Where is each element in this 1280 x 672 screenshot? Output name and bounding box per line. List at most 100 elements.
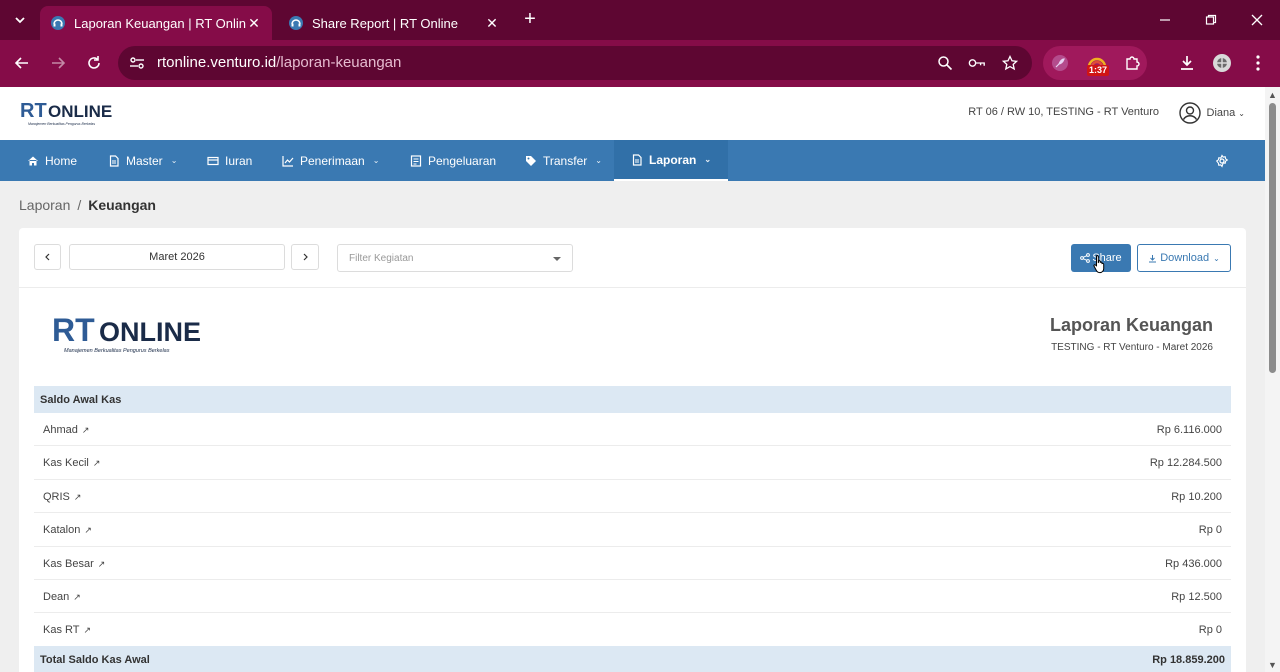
hand-cursor-icon <box>1093 254 1105 274</box>
extensions-puzzle-icon[interactable] <box>1121 51 1145 75</box>
account-link[interactable]: Ahmad ↗ <box>43 424 89 436</box>
page-scrollbar[interactable]: ▲ ▼ <box>1265 87 1280 672</box>
list-item: Dean ↗ Rp 12.500 <box>34 580 1231 614</box>
scrollbar-thumb[interactable] <box>1269 103 1276 373</box>
profile-avatar-icon[interactable] <box>1210 51 1234 75</box>
nav-laporan[interactable]: Laporan ⌄ <box>614 140 729 181</box>
minimize-icon[interactable] <box>1153 8 1177 32</box>
list-item: Katalon ↗ Rp 0 <box>34 513 1231 547</box>
account-link[interactable]: Dean ↗ <box>43 591 81 603</box>
chevron-down-icon: ⌄ <box>372 156 380 165</box>
account-balance: Rp 12.284.500 <box>1149 457 1222 470</box>
svg-text:ONLINE: ONLINE <box>99 317 201 347</box>
site-info-icon[interactable] <box>128 54 146 72</box>
organization-label: RT 06 / RW 10, TESTING - RT Venturo <box>968 106 1159 118</box>
user-avatar-icon <box>1178 102 1201 124</box>
browser-tab-strip: Laporan Keuangan | RT Online ✕ Share Rep… <box>0 0 1280 40</box>
feather-extension-icon[interactable] <box>1048 51 1072 75</box>
nav-iuran[interactable]: Iuran <box>207 140 252 181</box>
chevron-down-icon <box>15 17 25 24</box>
download-button[interactable]: Download ⌄ <box>1137 244 1231 272</box>
close-window-icon[interactable] <box>1245 8 1269 32</box>
app-header: RT ONLINE Manajemen Berkualitas Pengurus… <box>0 87 1265 140</box>
home-icon <box>28 156 38 165</box>
address-bar[interactable]: rtonline.venturo.id/laporan-keuangan <box>118 46 1032 80</box>
account-balance: Rp 12.500 <box>1171 590 1222 603</box>
chevron-down-icon: ⌄ <box>1238 108 1245 118</box>
share-icon <box>1080 253 1091 263</box>
next-period-button[interactable] <box>291 244 319 270</box>
browser-toolbar: rtonline.venturo.id/laporan-keuangan 1:3… <box>0 40 1280 87</box>
nav-master[interactable]: Master ⌄ <box>108 140 177 181</box>
section-saldo-awal-kas: Saldo Awal Kas <box>34 386 1231 413</box>
svg-text:RT: RT <box>52 312 95 348</box>
tab-search-button[interactable] <box>8 8 32 32</box>
account-balance: Rp 436.000 <box>1165 557 1222 570</box>
browser-tab-active[interactable]: Laporan Keuangan | RT Online ✕ <box>40 6 272 40</box>
chevron-down-icon: ⌄ <box>704 155 712 164</box>
zoom-icon[interactable] <box>936 54 954 72</box>
filter-kegiatan-select[interactable]: Filter Kegiatan <box>337 244 573 272</box>
browser-tab[interactable]: Share Report | RT Online ✕ <box>278 6 510 40</box>
forward-arrow-icon[interactable] <box>46 51 70 75</box>
total-label: Total Saldo Kas Awal <box>40 654 150 666</box>
list-item: Kas Kecil ↗ Rp 12.284.500 <box>34 446 1231 480</box>
breadcrumb-link-laporan[interactable]: Laporan <box>19 197 70 213</box>
document-icon <box>632 153 642 166</box>
external-link-icon: ↗ <box>81 425 90 435</box>
key-icon[interactable] <box>968 54 986 72</box>
chevron-right-icon <box>303 253 308 261</box>
account-link[interactable]: Katalon ↗ <box>43 524 92 536</box>
svg-text:Manajemen Berkualitas Pengurus: Manajemen Berkualitas Pengurus Berkelas <box>64 348 170 354</box>
caret-down-icon <box>553 257 561 261</box>
nav-home[interactable]: Home <box>27 140 77 181</box>
breadcrumb: Laporan / Keuangan <box>19 197 156 213</box>
nav-penerimaan[interactable]: Penerimaan ⌄ <box>282 140 379 181</box>
scroll-down-icon[interactable]: ▼ <box>1268 661 1277 670</box>
bookmark-star-icon[interactable] <box>1001 54 1019 72</box>
external-link-icon: ↗ <box>97 558 106 569</box>
period-picker[interactable]: Maret 2026 <box>69 244 285 270</box>
app-logo[interactable]: RT ONLINE Manajemen Berkualitas Pengurus… <box>20 99 120 134</box>
account-balance: Rp 0 <box>1198 524 1222 537</box>
account-link[interactable]: Kas RT ↗ <box>43 624 91 636</box>
nav-transfer[interactable]: Transfer ⌄ <box>525 140 602 181</box>
total-value: Rp 18.859.200 <box>1152 654 1225 666</box>
account-balance: Rp 6.116.000 <box>1156 424 1222 436</box>
new-tab-plus-icon[interactable]: + <box>520 9 540 30</box>
headset-icon <box>51 16 65 30</box>
close-tab-icon[interactable]: ✕ <box>484 15 500 31</box>
svg-text:Manajemen Berkualitas Pengurus: Manajemen Berkualitas Pengurus Berkelas <box>28 122 95 126</box>
kebab-menu-icon[interactable] <box>1246 51 1270 75</box>
list-item: Kas RT ↗ Rp 0 <box>34 613 1231 647</box>
user-menu[interactable]: Diana ⌄ <box>1178 102 1245 124</box>
svg-text:RT: RT <box>20 100 47 122</box>
reload-icon[interactable] <box>82 51 106 75</box>
filter-placeholder: Filter Kegiatan <box>349 252 414 264</box>
account-link[interactable]: Kas Besar ↗ <box>43 558 105 570</box>
external-link-icon: ↗ <box>73 491 82 502</box>
settings-gear-icon[interactable] <box>1215 154 1229 168</box>
chart-line-icon <box>282 155 294 167</box>
close-tab-icon[interactable]: ✕ <box>246 15 262 31</box>
tab-title: Laporan Keuangan | RT Online <box>74 15 246 31</box>
account-link[interactable]: Kas Kecil ↗ <box>43 457 100 469</box>
receipt-icon <box>410 154 422 167</box>
restore-icon[interactable] <box>1199 8 1223 32</box>
card-icon <box>207 156 219 165</box>
report-title: Laporan Keuangan <box>1049 315 1213 335</box>
list-item: Ahmad ↗ Rp 6.116.000 <box>34 413 1231 447</box>
scroll-up-icon[interactable]: ▲ <box>1268 91 1277 100</box>
account-link[interactable]: QRIS ↗ <box>43 491 81 503</box>
previous-period-button[interactable] <box>34 244 61 270</box>
total-saldo-row: Total Saldo Kas Awal Rp 18.859.200 <box>34 646 1231 672</box>
main-navigation: Home Master ⌄ Iuran Penerimaan ⌄ Pengelu… <box>0 140 1265 181</box>
back-arrow-icon[interactable] <box>10 51 34 75</box>
extension-badge: 1:37 <box>1087 65 1110 76</box>
report-subtitle: TESTING - RT Venturo - Maret 2026 <box>1051 342 1213 353</box>
tab-title: Share Report | RT Online <box>312 15 458 31</box>
nav-pengeluaran[interactable]: Pengeluaran <box>410 140 496 181</box>
url-text[interactable]: rtonline.venturo.id/laporan-keuangan <box>157 54 401 71</box>
download-tray-icon[interactable] <box>1175 51 1199 75</box>
document-icon <box>109 154 119 167</box>
